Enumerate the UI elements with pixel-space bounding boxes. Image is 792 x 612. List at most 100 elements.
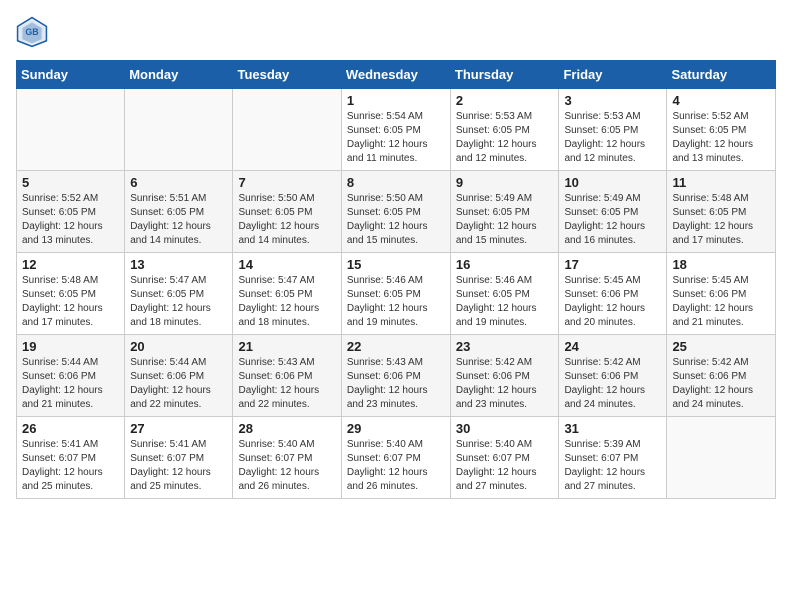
day-number: 7 — [238, 175, 335, 190]
day-number: 6 — [130, 175, 227, 190]
day-detail: Sunrise: 5:50 AM Sunset: 6:05 PM Dayligh… — [238, 192, 335, 248]
day-number: 14 — [238, 257, 335, 272]
day-detail: Sunrise: 5:53 AM Sunset: 6:05 PM Dayligh… — [564, 110, 661, 166]
calendar-week-row: 1 Sunrise: 5:54 AM Sunset: 6:05 PM Daylig… — [17, 89, 776, 171]
calendar-cell: 3 Sunrise: 5:53 AM Sunset: 6:05 PM Daylig… — [559, 89, 667, 171]
day-number: 3 — [564, 93, 661, 108]
day-detail: Sunrise: 5:47 AM Sunset: 6:05 PM Dayligh… — [238, 274, 335, 330]
calendar-cell: 25 Sunrise: 5:42 AM Sunset: 6:06 PM Dayli… — [667, 335, 776, 417]
page-header: GB — [16, 16, 776, 48]
calendar-cell: 16 Sunrise: 5:46 AM Sunset: 6:05 PM Dayli… — [450, 253, 559, 335]
day-detail: Sunrise: 5:44 AM Sunset: 6:06 PM Dayligh… — [130, 356, 227, 412]
calendar-cell: 7 Sunrise: 5:50 AM Sunset: 6:05 PM Daylig… — [233, 171, 341, 253]
day-number: 23 — [456, 339, 554, 354]
day-detail: Sunrise: 5:41 AM Sunset: 6:07 PM Dayligh… — [22, 438, 119, 494]
calendar-cell: 9Sunrise: 5:49 AM Sunset: 6:05 PM Daylig… — [450, 171, 559, 253]
day-detail: Sunrise: 5:54 AM Sunset: 6:05 PM Dayligh… — [347, 110, 445, 166]
day-number: 16 — [456, 257, 554, 272]
day-number: 21 — [238, 339, 335, 354]
day-number: 1 — [347, 93, 445, 108]
day-number: 30 — [456, 421, 554, 436]
calendar-header-row: SundayMondayTuesdayWednesdayThursdayFrid… — [17, 61, 776, 89]
day-detail: Sunrise: 5:42 AM Sunset: 6:06 PM Dayligh… — [564, 356, 661, 412]
calendar-cell: 10 Sunrise: 5:49 AM Sunset: 6:05 PM Dayli… — [559, 171, 667, 253]
calendar-cell: 22Sunrise: 5:43 AM Sunset: 6:06 PM Dayli… — [341, 335, 450, 417]
day-detail: Sunrise: 5:40 AM Sunset: 6:07 PM Dayligh… — [347, 438, 445, 494]
calendar-cell: 26 Sunrise: 5:41 AM Sunset: 6:07 PM Dayli… — [17, 417, 125, 499]
day-detail: Sunrise: 5:46 AM Sunset: 6:05 PM Dayligh… — [456, 274, 554, 330]
day-number: 2 — [456, 93, 554, 108]
day-detail: Sunrise: 5:42 AM Sunset: 6:06 PM Dayligh… — [456, 356, 554, 412]
day-detail: Sunrise: 5:51 AM Sunset: 6:05 PM Dayligh… — [130, 192, 227, 248]
day-detail: Sunrise: 5:40 AM Sunset: 6:07 PM Dayligh… — [238, 438, 335, 494]
calendar-cell: 29 Sunrise: 5:40 AM Sunset: 6:07 PM Dayli… — [341, 417, 450, 499]
day-number: 10 — [564, 175, 661, 190]
day-number: 29 — [347, 421, 445, 436]
day-detail: Sunrise: 5:50 AM Sunset: 6:05 PM Dayligh… — [347, 192, 445, 248]
day-detail: Sunrise: 5:40 AM Sunset: 6:07 PM Dayligh… — [456, 438, 554, 494]
day-number: 19 — [22, 339, 119, 354]
calendar-table: SundayMondayTuesdayWednesdayThursdayFrid… — [16, 60, 776, 499]
calendar-cell: 20 Sunrise: 5:44 AM Sunset: 6:06 PM Dayli… — [125, 335, 233, 417]
day-number: 26 — [22, 421, 119, 436]
calendar-cell: 30 Sunrise: 5:40 AM Sunset: 6:07 PM Dayli… — [450, 417, 559, 499]
day-detail: Sunrise: 5:47 AM Sunset: 6:05 PM Dayligh… — [130, 274, 227, 330]
day-detail: Sunrise: 5:49 AM Sunset: 6:05 PM Dayligh… — [564, 192, 661, 248]
calendar-cell: 8 Sunrise: 5:50 AM Sunset: 6:05 PM Daylig… — [341, 171, 450, 253]
day-number: 17 — [564, 257, 661, 272]
day-detail: Sunrise: 5:52 AM Sunset: 6:05 PM Dayligh… — [22, 192, 119, 248]
day-number: 4 — [672, 93, 770, 108]
day-number: 8 — [347, 175, 445, 190]
day-detail: Sunrise: 5:45 AM Sunset: 6:06 PM Dayligh… — [672, 274, 770, 330]
weekday-header-thursday: Thursday — [450, 61, 559, 89]
calendar-cell: 15 Sunrise: 5:46 AM Sunset: 6:05 PM Dayli… — [341, 253, 450, 335]
day-detail: Sunrise: 5:44 AM Sunset: 6:06 PM Dayligh… — [22, 356, 119, 412]
day-number: 12 — [22, 257, 119, 272]
day-number: 13 — [130, 257, 227, 272]
calendar-cell: 28 Sunrise: 5:40 AM Sunset: 6:07 PM Dayli… — [233, 417, 341, 499]
calendar-cell: 19 Sunrise: 5:44 AM Sunset: 6:06 PM Dayli… — [17, 335, 125, 417]
weekday-header-monday: Monday — [125, 61, 233, 89]
weekday-header-saturday: Saturday — [667, 61, 776, 89]
day-number: 31 — [564, 421, 661, 436]
day-number: 9 — [456, 175, 554, 190]
calendar-week-row: 12 Sunrise: 5:48 AM Sunset: 6:05 PM Dayli… — [17, 253, 776, 335]
calendar-cell — [17, 89, 125, 171]
day-number: 25 — [672, 339, 770, 354]
day-detail: Sunrise: 5:46 AM Sunset: 6:05 PM Dayligh… — [347, 274, 445, 330]
day-detail: Sunrise: 5:39 AM Sunset: 6:07 PM Dayligh… — [564, 438, 661, 494]
day-number: 24 — [564, 339, 661, 354]
svg-text:GB: GB — [25, 27, 38, 37]
day-detail: Sunrise: 5:52 AM Sunset: 6:05 PM Dayligh… — [672, 110, 770, 166]
logo-icon: GB — [16, 16, 48, 48]
day-detail: Sunrise: 5:45 AM Sunset: 6:06 PM Dayligh… — [564, 274, 661, 330]
calendar-cell: 14 Sunrise: 5:47 AM Sunset: 6:05 PM Dayli… — [233, 253, 341, 335]
calendar-week-row: 19 Sunrise: 5:44 AM Sunset: 6:06 PM Dayli… — [17, 335, 776, 417]
weekday-header-tuesday: Tuesday — [233, 61, 341, 89]
calendar-cell: 18 Sunrise: 5:45 AM Sunset: 6:06 PM Dayli… — [667, 253, 776, 335]
day-number: 20 — [130, 339, 227, 354]
day-detail: Sunrise: 5:48 AM Sunset: 6:05 PM Dayligh… — [22, 274, 119, 330]
day-number: 11 — [672, 175, 770, 190]
weekday-header-friday: Friday — [559, 61, 667, 89]
day-number: 18 — [672, 257, 770, 272]
logo: GB — [16, 16, 52, 48]
day-detail: Sunrise: 5:48 AM Sunset: 6:05 PM Dayligh… — [672, 192, 770, 248]
day-detail: Sunrise: 5:43 AM Sunset: 6:06 PM Dayligh… — [347, 356, 445, 412]
calendar-cell: 11 Sunrise: 5:48 AM Sunset: 6:05 PM Dayli… — [667, 171, 776, 253]
day-number: 28 — [238, 421, 335, 436]
weekday-header-wednesday: Wednesday — [341, 61, 450, 89]
calendar-week-row: 5Sunrise: 5:52 AM Sunset: 6:05 PM Daylig… — [17, 171, 776, 253]
calendar-cell: 4 Sunrise: 5:52 AM Sunset: 6:05 PM Daylig… — [667, 89, 776, 171]
calendar-cell: 31 Sunrise: 5:39 AM Sunset: 6:07 PM Dayli… — [559, 417, 667, 499]
day-detail: Sunrise: 5:53 AM Sunset: 6:05 PM Dayligh… — [456, 110, 554, 166]
day-detail: Sunrise: 5:42 AM Sunset: 6:06 PM Dayligh… — [672, 356, 770, 412]
calendar-cell: 27Sunrise: 5:41 AM Sunset: 6:07 PM Dayli… — [125, 417, 233, 499]
weekday-header-sunday: Sunday — [17, 61, 125, 89]
day-detail: Sunrise: 5:43 AM Sunset: 6:06 PM Dayligh… — [238, 356, 335, 412]
day-number: 15 — [347, 257, 445, 272]
calendar-cell: 21 Sunrise: 5:43 AM Sunset: 6:06 PM Dayli… — [233, 335, 341, 417]
calendar-cell — [667, 417, 776, 499]
day-number: 27 — [130, 421, 227, 436]
calendar-cell: 2 Sunrise: 5:53 AM Sunset: 6:05 PM Daylig… — [450, 89, 559, 171]
